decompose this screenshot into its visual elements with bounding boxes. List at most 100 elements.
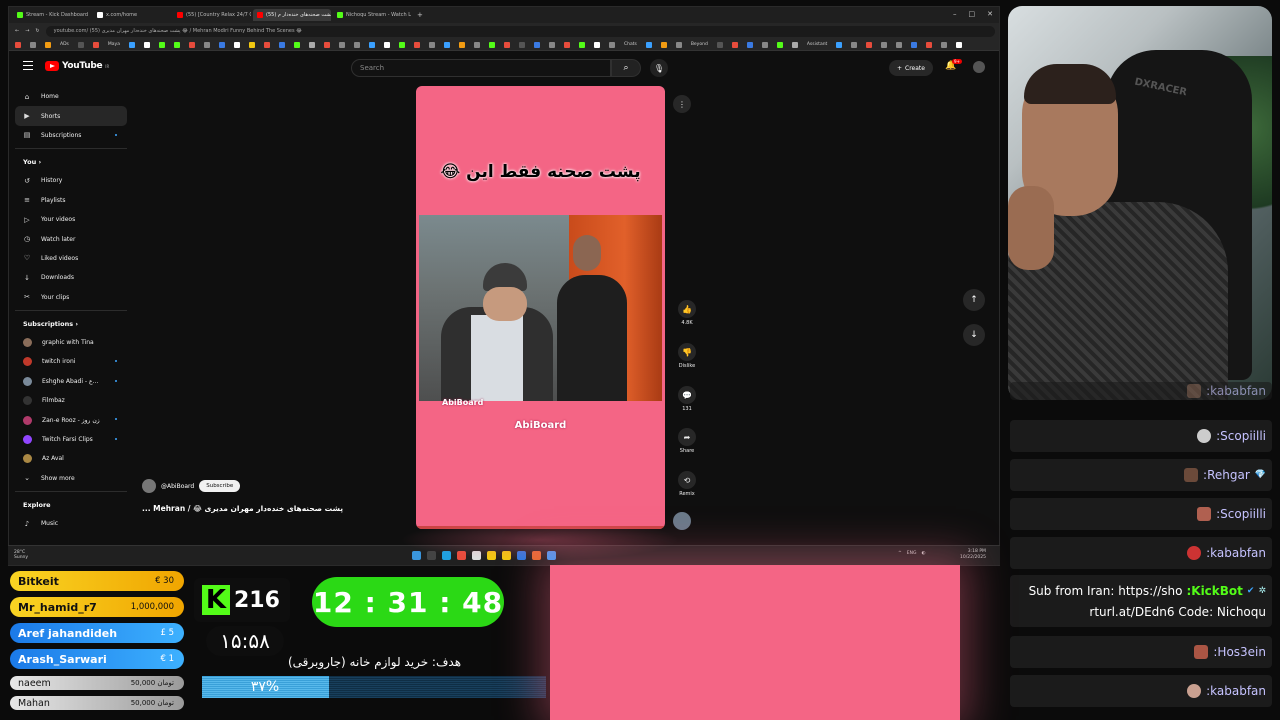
subscriptions-header[interactable]: Subscriptions › — [15, 315, 127, 333]
bookmark-icon[interactable] — [866, 41, 873, 48]
bookmark-icon[interactable] — [203, 41, 210, 48]
bookmark-icon[interactable] — [173, 41, 180, 48]
show-more-button[interactable]: ⌄ Show more — [15, 469, 127, 488]
tab-4[interactable]: Nichoqu Stream - Watch Live — [333, 9, 411, 21]
bookmark-icon[interactable] — [881, 41, 888, 48]
bookmark-icon[interactable] — [911, 41, 918, 48]
chat-username[interactable]: :Rehgar — [1203, 468, 1250, 482]
bookmark-label[interactable]: Chats — [624, 42, 637, 47]
bookmark-icon[interactable] — [428, 41, 435, 48]
sidebar-item-music[interactable]: ♪ Music — [15, 514, 127, 533]
subscribe-button[interactable]: Subscribe — [199, 480, 241, 492]
channel-avatar[interactable] — [142, 479, 156, 493]
bookmark-icon[interactable] — [383, 41, 390, 48]
bookmark-icon[interactable] — [398, 41, 405, 48]
sidebar-item-twitch-farsi-clips[interactable]: Twitch Farsi Clips — [15, 430, 127, 449]
sidebar-item-shorts[interactable]: ▶ Shorts — [15, 106, 127, 126]
sidebar-item-subscriptions[interactable]: ▤ Subscriptions — [15, 126, 127, 145]
bookmark-icon[interactable] — [233, 41, 240, 48]
bookmark-icon[interactable] — [218, 41, 225, 48]
chat-username[interactable]: :Scopiilli — [1216, 429, 1266, 443]
bookmark-icon[interactable] — [645, 41, 652, 48]
bookmark-icon[interactable] — [851, 41, 858, 48]
chat-avatar[interactable] — [1187, 546, 1202, 560]
maximize-button[interactable]: □ — [969, 10, 976, 18]
more-options-icon[interactable]: ⋮ — [673, 95, 691, 113]
bookmark-label[interactable]: Beyond — [691, 42, 708, 47]
previous-short-button[interactable]: ↑ — [963, 289, 985, 311]
bookmark-icon[interactable] — [353, 41, 360, 48]
chat-avatar[interactable] — [1197, 429, 1212, 443]
tab-2[interactable]: (55) [Country Relax 24/7 Co — [173, 9, 251, 21]
kickbot-name[interactable]: :KickBot — [1186, 584, 1242, 598]
sidebar-item-zan-e-rooz-[interactable]: Zan-e Rooz - زن روز — [15, 410, 127, 429]
bookmark-icon[interactable] — [896, 41, 903, 48]
chat-username[interactable]: :kababfan — [1206, 546, 1266, 560]
bookmark-icon[interactable] — [15, 41, 21, 48]
sidebar-item-your-clips[interactable]: ✂ Your clips — [15, 288, 127, 307]
bookmark-icon[interactable] — [836, 41, 843, 48]
bookmark-icon[interactable] — [293, 41, 300, 48]
channel-name[interactable]: @AbiBoard — [161, 483, 194, 490]
sidebar-item-home[interactable]: ⌂ Home — [15, 87, 127, 106]
chat-avatar[interactable] — [1194, 645, 1209, 659]
bookmark-icon[interactable] — [776, 41, 783, 48]
chat-avatar[interactable] — [1187, 384, 1202, 398]
share-button[interactable]: ➦ Share — [673, 428, 701, 454]
bookmark-icon[interactable] — [443, 41, 450, 48]
search-button[interactable]: ⌕ — [611, 59, 641, 77]
bookmark-icon[interactable] — [578, 41, 585, 48]
you-section-header[interactable]: You › — [15, 153, 127, 171]
bookmark-icon[interactable] — [458, 41, 465, 48]
sidebar-item-twitch-ironi[interactable]: twitch ironi — [15, 352, 127, 371]
bookmark-icon[interactable] — [278, 41, 285, 48]
new-tab-button[interactable]: + — [417, 11, 423, 19]
bookmark-icon[interactable] — [30, 41, 36, 48]
chat-username[interactable]: :kababfan — [1206, 384, 1266, 398]
tab-3[interactable]: (55) پشت صحنه‌های خنده‌دار م — [253, 9, 331, 21]
chat-username[interactable]: :kababfan — [1206, 684, 1266, 698]
minimize-button[interactable]: – — [953, 10, 957, 18]
bookmark-icon[interactable] — [731, 41, 738, 48]
bookmark-icon[interactable] — [675, 41, 682, 48]
back-icon[interactable]: ← — [15, 28, 19, 34]
bookmark-icon[interactable] — [503, 41, 510, 48]
tray-chevron-icon[interactable]: ^ — [898, 551, 902, 556]
bookmark-icon[interactable] — [956, 41, 963, 48]
bookmark-label[interactable]: ADs — [60, 42, 69, 47]
bookmark-icon[interactable] — [308, 41, 315, 48]
bookmark-icon[interactable] — [77, 41, 84, 48]
sidebar-item-history[interactable]: ↺ History — [15, 171, 127, 190]
bookmark-icon[interactable] — [548, 41, 555, 48]
language-indicator[interactable]: ENG — [907, 551, 917, 556]
sidebar-item-az-aval[interactable]: Az Aval — [15, 449, 127, 468]
bookmark-icon[interactable] — [608, 41, 615, 48]
sidebar-item-downloads[interactable]: ↓ Downloads — [15, 268, 127, 287]
bookmark-icon[interactable] — [128, 41, 135, 48]
bookmark-icon[interactable] — [941, 41, 948, 48]
bookmark-icon[interactable] — [791, 41, 798, 48]
bookmark-icon[interactable] — [263, 41, 270, 48]
bookmark-icon[interactable] — [188, 41, 195, 48]
tab-1[interactable]: x.com/home — [93, 9, 171, 21]
sidebar-item-liked-videos[interactable]: ♡ Liked videos — [15, 249, 127, 268]
close-button[interactable]: ✕ — [987, 10, 993, 18]
taskbar-clock[interactable]: 3:18 PM 10/22/2025 — [960, 549, 986, 561]
search-input[interactable]: Search — [351, 59, 611, 77]
dislike-button[interactable]: 👎 Dislike — [673, 343, 701, 369]
sidebar-item-filmbaz[interactable]: Filmbaz — [15, 391, 127, 410]
sidebar-item-your-videos[interactable]: ▷ Your videos — [15, 210, 127, 229]
bookmark-icon[interactable] — [248, 41, 255, 48]
youtube-logo[interactable]: YouTube IR — [45, 61, 109, 71]
bookmark-icon[interactable] — [45, 41, 51, 48]
bookmark-icon[interactable] — [660, 41, 667, 48]
bookmark-icon[interactable] — [158, 41, 165, 48]
sidebar-item-playlists[interactable]: ≡ Playlists — [15, 191, 127, 210]
bookmark-icon[interactable] — [716, 41, 723, 48]
chat-avatar[interactable] — [1187, 684, 1202, 698]
volume-icon[interactable]: ◐ — [921, 551, 925, 556]
like-button[interactable]: 👍 4.8K — [673, 300, 701, 326]
forward-icon[interactable]: → — [25, 28, 29, 34]
video-title[interactable]: پشت صحنه‌های خنده‌دار مهران مدیری 😂 / Me… — [142, 504, 372, 513]
bookmark-icon[interactable] — [926, 41, 933, 48]
